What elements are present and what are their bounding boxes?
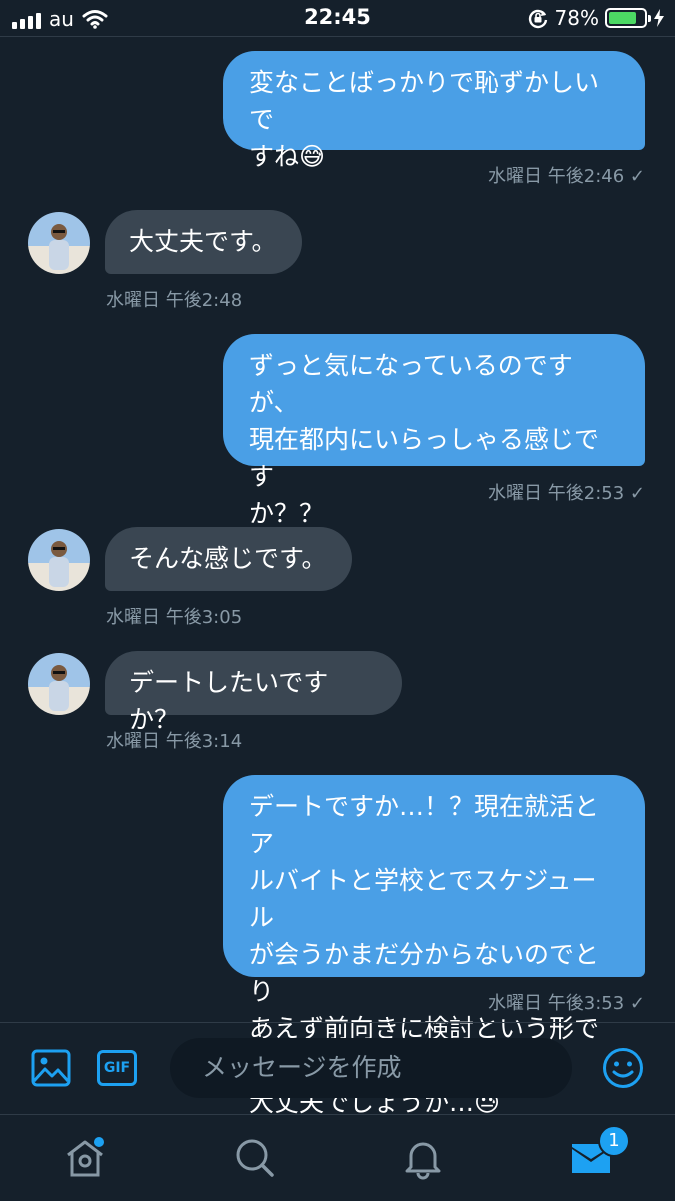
sent-message-bubble[interactable]: 変なことばっかりで恥ずかしいで すね😅 xyxy=(223,51,645,171)
message-timestamp: 水曜日 午後3:53 ✓ xyxy=(488,993,645,1014)
avatar[interactable] xyxy=(28,653,90,715)
message-composer: GIF メッセージを作成 xyxy=(0,1022,675,1115)
message-line: ずっと気になっているのですが、 xyxy=(249,351,573,417)
sent-message-bubble[interactable]: ずっと気になっているのですが、 現在都内にいらっしゃる感じです か？？ xyxy=(223,334,645,528)
battery-percent: 78% xyxy=(554,6,599,30)
message-line: そんな感じです。 xyxy=(129,544,327,573)
message-line: 変なことばっかりで恥ずかしいで xyxy=(249,68,600,134)
received-message-bubble[interactable]: そんな感じです。 xyxy=(105,527,352,591)
message-line: デートですか…！？現在就活とア xyxy=(249,792,600,858)
status-right: 78% xyxy=(527,6,665,30)
unread-badge: 1 xyxy=(598,1125,630,1157)
sent-message-bubble[interactable]: デートですか…！？現在就活とア ルバイトと学校とでスケジュール が会うかまだ分か… xyxy=(223,775,645,1117)
gif-button[interactable]: GIF xyxy=(97,1050,137,1086)
battery-icon xyxy=(605,8,651,28)
message-timestamp: 水曜日 午後3:05 xyxy=(106,607,243,628)
tab-search[interactable] xyxy=(232,1135,278,1181)
avatar[interactable] xyxy=(28,529,90,591)
message-input[interactable]: メッセージを作成 xyxy=(170,1038,572,1098)
battery-fill xyxy=(609,12,636,24)
avatar[interactable] xyxy=(28,212,90,274)
message-timestamp: 水曜日 午後2:53 ✓ xyxy=(488,483,645,504)
message-timestamp: 水曜日 午後2:46 ✓ xyxy=(488,166,645,187)
tab-home[interactable] xyxy=(62,1135,108,1181)
tab-notifications[interactable] xyxy=(400,1135,446,1181)
message-timestamp: 水曜日 午後3:14 xyxy=(106,731,243,752)
checkmark-icon: ✓ xyxy=(629,483,645,504)
image-icon[interactable] xyxy=(31,1049,71,1087)
message-line: ルバイトと学校とでスケジュール xyxy=(249,866,597,932)
smiley-icon[interactable] xyxy=(602,1047,644,1089)
status-bar: au 22:45 78% xyxy=(0,0,675,37)
checkmark-icon: ✓ xyxy=(629,993,645,1014)
received-message-bubble[interactable]: デートしたいですか？ xyxy=(105,651,402,734)
tab-bar: 1 xyxy=(0,1114,675,1201)
search-icon xyxy=(236,1139,274,1177)
checkmark-icon: ✓ xyxy=(629,166,645,187)
bell-icon xyxy=(405,1142,441,1180)
message-timestamp: 水曜日 午後2:48 xyxy=(106,290,243,311)
home-icon xyxy=(67,1137,104,1177)
message-line: 大丈夫です。 xyxy=(129,227,277,256)
charging-bolt-icon xyxy=(654,9,664,27)
received-message-bubble[interactable]: 大丈夫です。 xyxy=(105,210,302,274)
rotation-lock-icon xyxy=(528,9,547,29)
